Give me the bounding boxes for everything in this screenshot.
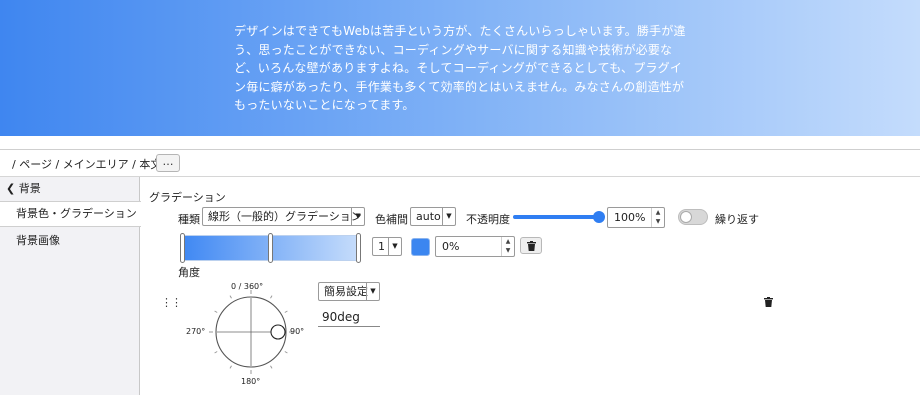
trash-icon <box>527 241 536 251</box>
sidebar-item-background-image[interactable]: 背景画像 <box>0 229 140 253</box>
interp-value: auto <box>416 210 441 223</box>
gradient-type-value: 線形（一般的）グラデーション <box>208 210 362 223</box>
angle-mode-value: 簡易設定 <box>324 285 368 298</box>
opacity-input[interactable]: 100% ▲ ▼ <box>607 207 665 228</box>
delete-stop-button[interactable] <box>520 237 542 254</box>
opacity-value: 100% <box>614 211 646 224</box>
stop-position-input[interactable]: 0% ▲ ▼ <box>435 236 515 257</box>
gradient-type-select[interactable]: 線形（一般的）グラデーション ▼ <box>202 207 365 226</box>
dial-label-bottom: 180° <box>241 377 261 386</box>
opacity-slider-track[interactable] <box>513 215 601 219</box>
repeat-label: 繰り返す <box>715 213 759 226</box>
angle-input[interactable]: 90deg <box>318 308 380 327</box>
chevron-down-icon: ▼ <box>442 208 455 225</box>
stepper-icon[interactable]: ▲ ▼ <box>501 237 514 256</box>
trash-icon[interactable] <box>764 297 773 307</box>
sidebar-group-background[interactable]: ❮ 背景 <box>0 177 140 201</box>
dial-label-right: 90° <box>290 327 305 336</box>
angle-label: 角度 <box>178 266 200 279</box>
gradient-panel: グラデーション 種類 線形（一般的）グラデーション ▼ 色補間 auto ▼ 不… <box>140 177 920 395</box>
interp-label: 色補間 <box>375 213 408 226</box>
angle-dial-graphic <box>209 290 293 374</box>
hero-divider <box>0 136 920 150</box>
gradient-stop-handle[interactable] <box>268 233 273 263</box>
gradient-stop-handle[interactable] <box>180 233 185 263</box>
hero-banner: デザインはできてもWebは苦手という方が、たくさんいらっしゃいます。勝手が違う、… <box>0 0 920 136</box>
breadcrumb-bar: / ページ / メインエリア / 本文 … <box>0 150 920 177</box>
gradient-stop-handle[interactable] <box>356 233 361 263</box>
more-options-button[interactable]: … <box>156 154 180 172</box>
breadcrumb[interactable]: / ページ / メインエリア / 本文 <box>12 156 161 172</box>
dial-label-top: 0 / 360° <box>231 282 264 291</box>
chevron-down-icon: ▼ <box>351 208 364 225</box>
drag-handle-icon[interactable]: ⋮⋮ <box>161 296 182 309</box>
type-label: 種類 <box>178 213 200 226</box>
chevron-down-icon: ▼ <box>388 238 401 255</box>
sidebar-item-label: 背景画像 <box>16 234 60 247</box>
interp-select[interactable]: auto ▼ <box>410 207 456 226</box>
angle-mode-select[interactable]: 簡易設定 ▼ <box>318 282 380 301</box>
dial-label-left: 270° <box>186 327 206 336</box>
toggle-knob <box>680 211 692 223</box>
sidebar-item-gradient[interactable]: 背景色・グラデーション <box>0 201 141 227</box>
opacity-slider-thumb[interactable] <box>593 211 605 223</box>
hero-text: デザインはできてもWebは苦手という方が、たくさんいらっしゃいます。勝手が違う、… <box>234 24 686 112</box>
chevron-down-icon: ▼ <box>366 283 379 300</box>
stop-index-value: 1 <box>378 240 385 253</box>
stepper-icon[interactable]: ▲ ▼ <box>651 208 664 227</box>
opacity-label: 不透明度 <box>466 213 510 226</box>
chevron-left-icon: ❮ <box>6 182 16 195</box>
section-title: グラデーション <box>149 191 226 204</box>
stop-color-swatch[interactable] <box>411 238 430 256</box>
sidebar-group-label: 背景 <box>18 182 41 195</box>
sidebar: ❮ 背景 背景色・グラデーション 背景画像 <box>0 177 141 395</box>
angle-dial[interactable]: 0 / 360° 90° 180° 270° <box>186 277 305 387</box>
stop-position-value: 0% <box>442 240 460 253</box>
stop-index-select[interactable]: 1 ▼ <box>372 237 402 256</box>
sidebar-item-label: 背景色・グラデーション <box>16 207 137 220</box>
repeat-toggle[interactable] <box>678 209 708 225</box>
